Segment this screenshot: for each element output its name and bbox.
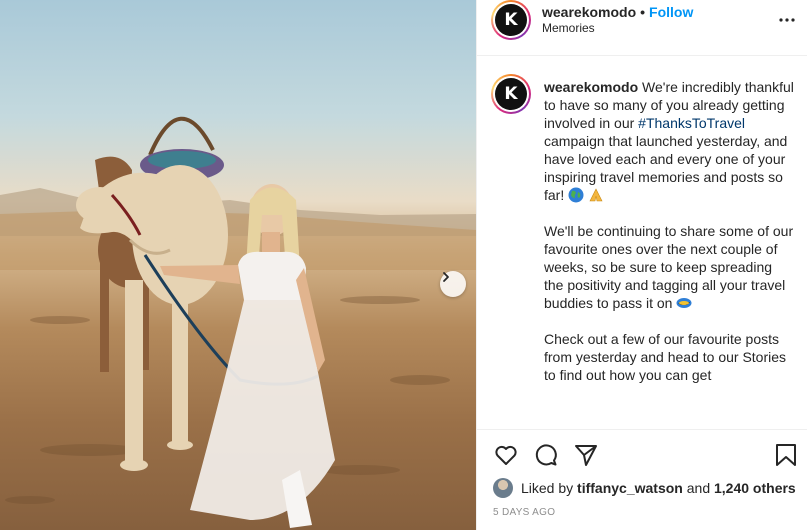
- caption-text-2: We'll be continuing to share some of our…: [544, 223, 794, 311]
- more-options-icon: [779, 9, 795, 27]
- post-header: K wearekomodo • Follow Memories: [477, 0, 807, 56]
- heart-icon: [493, 445, 519, 472]
- share-icon: [573, 445, 599, 472]
- comment-button[interactable]: [533, 442, 559, 468]
- author-line: wearekomodo • Follow: [542, 4, 693, 20]
- post-actions: Liked by tiffanyc_watson and 1,240 other…: [477, 429, 807, 527]
- author-username[interactable]: wearekomodo: [542, 4, 636, 20]
- caption-author-avatar[interactable]: K: [491, 74, 531, 114]
- avatar-letter: K: [495, 78, 527, 110]
- save-button[interactable]: [773, 442, 799, 468]
- likes-joiner: and: [686, 480, 711, 496]
- globe-emoji-icon: [568, 187, 584, 203]
- likes-prefix: Liked by: [521, 480, 574, 496]
- share-button[interactable]: [573, 442, 599, 468]
- folded-hands-emoji-icon: [588, 187, 604, 203]
- avatar-letter: K: [495, 4, 527, 36]
- separator-dot: •: [640, 4, 646, 20]
- post-location[interactable]: Memories: [542, 21, 595, 35]
- comment-icon: [533, 444, 559, 472]
- carousel-next-button[interactable]: [440, 271, 466, 297]
- bookmark-icon: [773, 444, 799, 472]
- likes-summary: Liked by tiffanyc_watson and 1,240 other…: [493, 477, 796, 499]
- caption-text-3: Check out a few of our favourite posts f…: [544, 331, 787, 383]
- post-caption: wearekomodo We're incredibly thankful to…: [544, 78, 794, 402]
- hashtag-link[interactable]: #ThanksToTravel: [638, 115, 745, 131]
- follow-button[interactable]: Follow: [649, 4, 693, 20]
- more-options-button[interactable]: [775, 6, 799, 30]
- photo-scene: [0, 116, 476, 528]
- like-button[interactable]: [493, 442, 519, 468]
- caption-scroll-area[interactable]: K wearekomodo We're incredibly thankful …: [477, 56, 807, 429]
- post-side-panel: K wearekomodo • Follow Memories K wearekom…: [476, 0, 807, 530]
- caption-username[interactable]: wearekomodo: [544, 79, 638, 95]
- author-avatar[interactable]: K: [491, 0, 531, 40]
- post-timestamp[interactable]: 5 DAYS AGO: [493, 507, 555, 518]
- liker-username[interactable]: tiffanyc_watson: [577, 480, 683, 496]
- likes-others-link[interactable]: 1,240 others: [714, 480, 796, 496]
- airplane-emoji-icon: [676, 295, 692, 311]
- liker-avatar[interactable]: [493, 478, 513, 498]
- post-photo[interactable]: [0, 0, 476, 530]
